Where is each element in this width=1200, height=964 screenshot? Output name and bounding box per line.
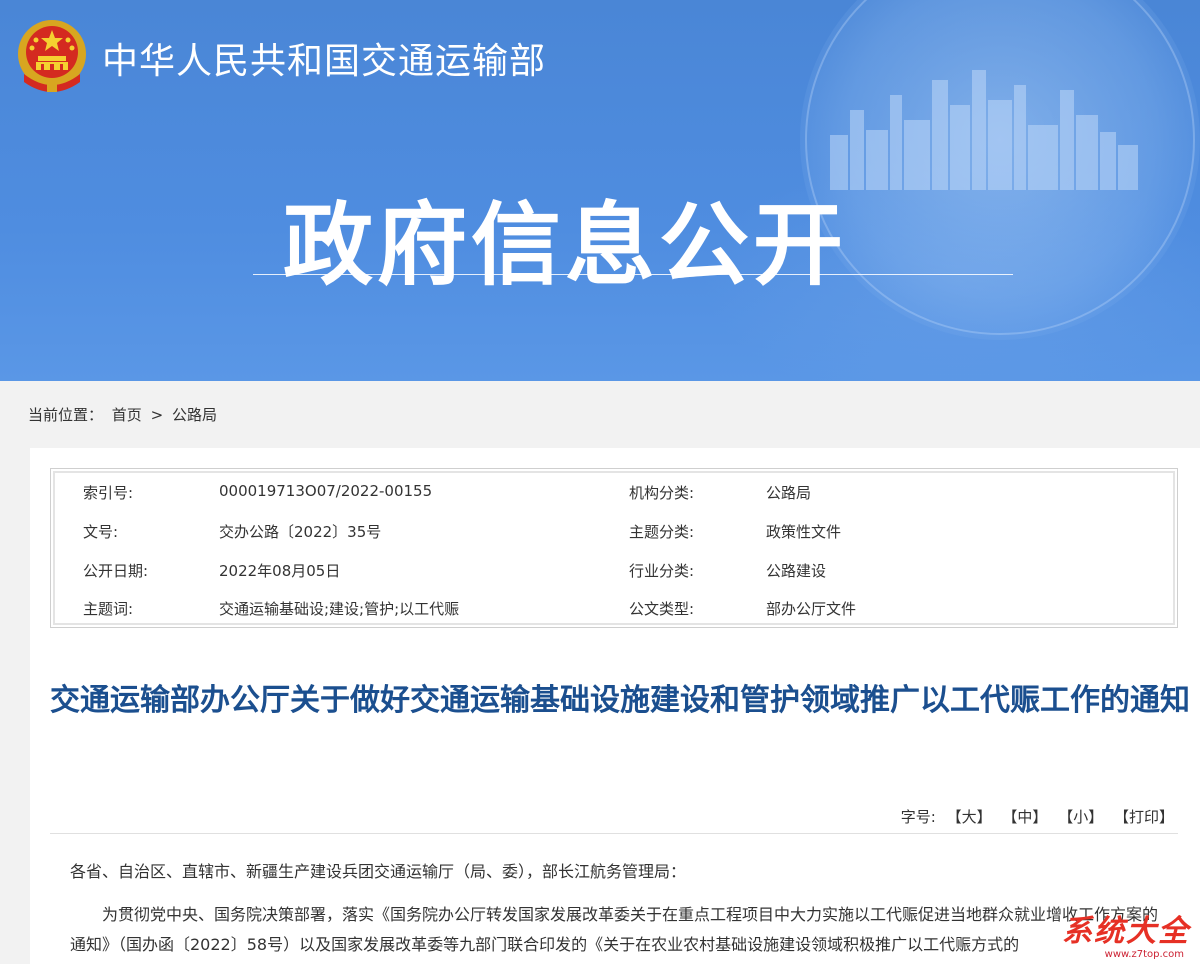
breadcrumb-label: 当前位置：	[28, 406, 104, 424]
metadata-row: 公开日期: 2022年08月05日 行业分类: 公路建设	[51, 549, 1179, 587]
header-banner: 中华人民共和国交通运输部 政府信息公开	[0, 0, 1200, 381]
breadcrumb-home-link[interactable]: 首页	[112, 406, 142, 424]
banner-divider	[253, 274, 1013, 275]
metadata-label: 公开日期:	[83, 562, 149, 580]
breadcrumb-separator: >	[150, 406, 164, 424]
document-title: 交通运输部办公厅关于做好交通运输基础设施建设和管护领域推广以工代赈工作的通知	[50, 683, 1190, 718]
metadata-value: 公路局	[766, 484, 812, 502]
toolbar-divider	[50, 833, 1178, 834]
breadcrumb-current-link[interactable]: 公路局	[172, 406, 217, 424]
metadata-value: 政策性文件	[766, 523, 842, 541]
metadata-value: 000019713O07/2022-00155	[219, 482, 433, 500]
metadata-label: 文号:	[83, 523, 119, 541]
metadata-row: 索引号: 000019713O07/2022-00155 机构分类: 公路局	[51, 471, 1179, 509]
metadata-label: 索引号:	[83, 484, 134, 502]
metadata-value: 2022年08月05日	[219, 562, 341, 580]
metadata-value: 交办公路〔2022〕35号	[219, 523, 382, 541]
font-size-label: 字号:	[900, 808, 936, 826]
document-metadata-table: 索引号: 000019713O07/2022-00155 机构分类: 公路局 文…	[50, 468, 1178, 628]
metadata-value: 部办公厅文件	[766, 600, 857, 618]
metadata-row: 文号: 交办公路〔2022〕35号 主题分类: 政策性文件	[51, 510, 1179, 548]
metadata-label: 公文类型:	[629, 600, 695, 618]
metadata-label: 主题分类:	[629, 523, 695, 541]
body-paragraph: 为贯彻党中央、国务院决策部署，落实《国务院办公厅转发国家发展改革委关于在重点工程…	[70, 905, 1159, 954]
watermark-url: www.z7top.com	[1104, 949, 1184, 960]
metadata-label: 行业分类:	[629, 562, 695, 580]
print-button[interactable]: 【打印】	[1114, 808, 1174, 826]
metadata-value: 公路建设	[766, 562, 827, 580]
font-size-large-button[interactable]: 【大】	[947, 808, 992, 826]
metadata-label: 机构分类:	[629, 484, 695, 502]
metadata-value: 交通运输基础设;建设;管护;以工代赈	[219, 600, 460, 618]
site-name[interactable]: 中华人民共和国交通运输部	[102, 32, 546, 84]
metadata-label: 主题词:	[83, 600, 134, 618]
banner-title: 政府信息公开	[283, 193, 847, 298]
national-emblem-icon	[18, 20, 86, 92]
font-size-small-button[interactable]: 【小】	[1058, 808, 1103, 826]
city-skyline-illustration	[810, 60, 1190, 190]
body-paragraph: 各省、自治区、直辖市、新疆生产建设兵团交通运输厅（局、委），部长江航务管理局：	[70, 862, 687, 881]
site-watermark-logo: 系统大全 www.z7top.com	[1034, 906, 1192, 960]
metadata-row: 主题词: 交通运输基础设;建设;管护;以工代赈 公文类型: 部办公厅文件	[51, 587, 1179, 625]
watermark-text: 系统大全	[1062, 914, 1190, 949]
font-size-medium-button[interactable]: 【中】	[1002, 808, 1047, 826]
breadcrumb: 当前位置： 首页 > 公路局	[28, 404, 221, 425]
font-size-toolbar: 字号: 【大】 【中】 【小】 【打印】	[901, 806, 1174, 827]
